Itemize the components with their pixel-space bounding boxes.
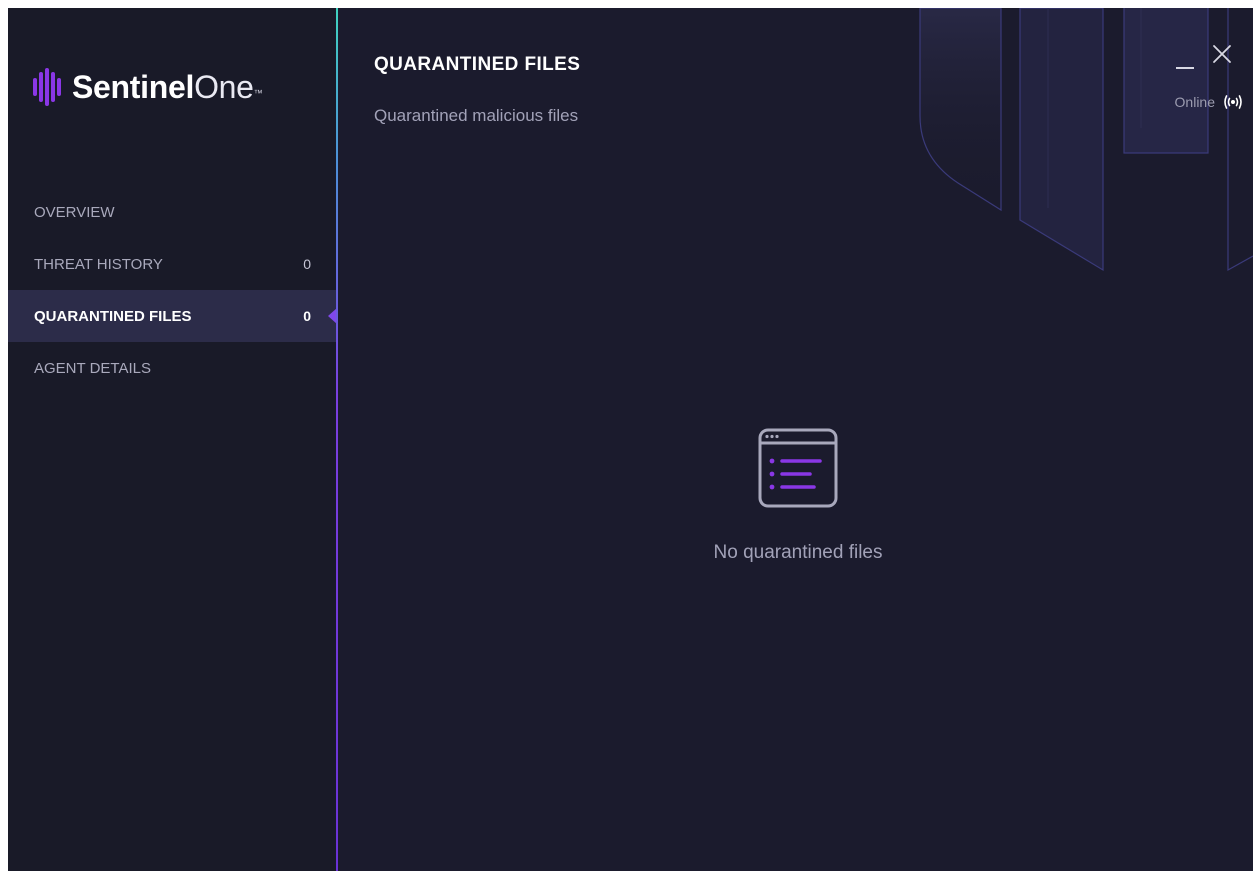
page-subtitle: Quarantined malicious files: [374, 106, 579, 125]
sidebar: SentinelOne™ OVERVIEW THREAT HISTORY 0 Q…: [8, 8, 337, 871]
sidebar-item-overview[interactable]: OVERVIEW: [8, 186, 336, 238]
file-list-icon: [758, 428, 838, 508]
sidebar-item-count: 0: [303, 256, 311, 272]
main-panel: QUARANTINED FILES Quarantined malicious …: [338, 8, 1253, 871]
status-label: Online: [1174, 94, 1215, 110]
close-icon: [1213, 45, 1231, 63]
page-title: QUARANTINED FILES: [374, 54, 581, 75]
empty-state: No quarantined files: [538, 428, 1058, 564]
minimize-button[interactable]: [1174, 48, 1196, 70]
sidebar-item-label: OVERVIEW: [34, 203, 115, 221]
sidebar-item-count: 0: [303, 308, 311, 324]
minimize-icon: [1176, 67, 1194, 69]
sentinelone-logo-icon: [33, 68, 61, 106]
broadcast-icon: [1224, 95, 1242, 109]
empty-state-message: No quarantined files: [713, 542, 883, 563]
sidebar-item-threat-history[interactable]: THREAT HISTORY 0: [8, 238, 336, 290]
sidebar-item-agent-details[interactable]: AGENT DETAILS: [8, 342, 336, 394]
logo-text: SentinelOne™: [72, 69, 263, 105]
sidebar-item-label: THREAT HISTORY: [34, 255, 163, 273]
logo: SentinelOne™: [32, 68, 263, 106]
decorative-background-shape: [919, 8, 1253, 272]
sidebar-item-label: AGENT DETAILS: [34, 359, 151, 377]
sidebar-item-quarantined-files[interactable]: QUARANTINED FILES 0: [8, 290, 337, 342]
sidebar-nav: OVERVIEW THREAT HISTORY 0 QUARANTINED FI…: [8, 186, 337, 394]
sidebar-item-label: QUARANTINED FILES: [34, 307, 192, 325]
close-button[interactable]: [1210, 42, 1234, 66]
connection-status: Online: [1175, 94, 1243, 110]
agent-window: SentinelOne™ OVERVIEW THREAT HISTORY 0 Q…: [8, 8, 1253, 871]
